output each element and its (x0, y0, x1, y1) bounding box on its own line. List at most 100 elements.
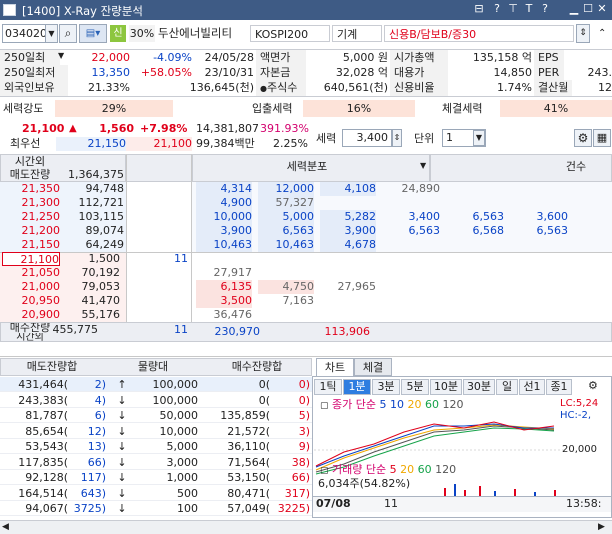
voltable-bid-cnt: 3) (298, 424, 310, 438)
maximize-button[interactable]: ☐ (581, 2, 595, 17)
horizontal-scrollbar[interactable] (0, 520, 612, 534)
help-icon[interactable]: ? (490, 2, 504, 17)
bid-cnt (150, 266, 188, 280)
scroll-left-icon[interactable]: ◀ (2, 521, 14, 533)
price-y-tick: 20,000 (562, 444, 597, 455)
trade-amount: 99,384백만 (196, 137, 255, 150)
empty-header (126, 154, 192, 182)
info-label: 대용가 (390, 65, 448, 80)
strength-label: 입출세력 (252, 102, 293, 115)
minimize-button[interactable]: ▁ (567, 2, 581, 17)
x-label: 13:58: (566, 497, 602, 510)
voltable-bid-cnt: 0) (298, 378, 310, 391)
volume-legend: ▢ 거래량 단순 5 20 60 120 (320, 463, 520, 477)
force-cell (384, 308, 440, 322)
volume: 14,381,807 (196, 122, 258, 135)
voltable-ask: 243,383( (18, 393, 68, 407)
stepper-button[interactable]: ⇕ (576, 24, 590, 43)
distribution-dropdown-icon[interactable]: ▼ (420, 161, 430, 173)
square-icon: ▢ (320, 466, 329, 476)
info-value: 1.74% (497, 81, 532, 94)
tab-trades[interactable]: 체결 (354, 358, 392, 376)
price-legend-label: 종가 단순 (332, 398, 376, 411)
ma-legend: 20 (400, 463, 415, 476)
voltable-range: 100 (177, 502, 198, 515)
strength-bar: 29% (55, 100, 173, 117)
timeframe-settings-icon[interactable]: ⚙ (588, 379, 602, 394)
index-label: KOSPI200 (250, 25, 330, 42)
timeframe-button[interactable]: 1분 (343, 379, 371, 395)
force-cell (448, 266, 504, 280)
bid-price: 21,100 (2, 252, 60, 266)
link-icon[interactable]: ⊟ (472, 2, 486, 17)
timeframe-button[interactable]: 3분 (372, 379, 400, 395)
divider (126, 154, 127, 342)
unit-dropdown-icon[interactable]: ▼ (473, 130, 485, 146)
force-cell (512, 308, 568, 322)
bid-cnt: 11 (174, 252, 188, 265)
force-stepper[interactable]: ⇕ (392, 129, 402, 147)
voltable-ask-cnt: 66) (87, 455, 106, 469)
text-icon[interactable]: T (522, 2, 536, 17)
grid-icon[interactable]: ▦ (593, 129, 611, 147)
timeframe-button[interactable]: 종1 (546, 379, 572, 395)
ask-qty: 103,115 (78, 210, 125, 223)
info-value: 5,000 원 (342, 51, 388, 64)
ask-qty: 64,249 (85, 238, 125, 251)
timeframe-button[interactable]: 선1 (519, 379, 545, 395)
code-dropdown[interactable]: ▼ (45, 24, 58, 43)
voltable-range: 500 (177, 486, 198, 500)
x-label: 11 (384, 497, 398, 510)
scroll-right-icon[interactable]: ⌃ (598, 25, 610, 42)
timeframe-button[interactable]: 1틱 (314, 379, 342, 395)
voltable-ask: 94,067( (25, 502, 68, 515)
pin-icon[interactable]: ⊤ (506, 2, 520, 17)
force-cell: 27,917 (213, 266, 253, 279)
ma-legend: 120 (435, 463, 457, 476)
strength-label: 세력강도 (3, 102, 44, 115)
volume-legend-label: 거래량 단순 (332, 463, 387, 476)
force-cell (512, 266, 568, 280)
info-label: PER (534, 65, 564, 80)
gear-icon[interactable]: ⚙ (574, 129, 592, 147)
timeframe-button[interactable]: 5분 (401, 379, 429, 395)
voltable-header-ask: 매도잔량합 (26, 360, 78, 373)
force-cell: 6,135 (196, 280, 252, 294)
force-label: 세력 (316, 132, 337, 145)
best-label: 최우선 (10, 137, 41, 150)
timeframe-button[interactable]: 10분 (430, 379, 462, 395)
question-icon[interactable]: ? (538, 2, 552, 17)
chart-hi-label: LC:5,24 (560, 398, 599, 409)
ask-price: 21,350 (21, 182, 61, 195)
tab-chart[interactable]: 차트 (316, 358, 354, 376)
timeframe-button[interactable]: 일 (496, 379, 518, 395)
ask-price: 21,300 (21, 196, 61, 209)
period-dropdown-icon[interactable]: ▼ (58, 51, 68, 63)
close-button[interactable]: ✕ (595, 2, 609, 17)
info-value: +58.05% (140, 66, 192, 79)
search-button[interactable]: ⌕ (59, 24, 77, 43)
force-cell: 3,500 (196, 294, 252, 308)
force-cell (512, 252, 568, 266)
voltable-ask: 53,543( (25, 440, 68, 453)
strength-label: 체결세력 (442, 102, 483, 115)
voltable-ask: 92,128( (25, 471, 68, 484)
sum-ask-force: 230,970 (214, 325, 261, 338)
bid-qty: 79,053 (81, 280, 121, 293)
timeframe-button[interactable]: 30분 (463, 379, 495, 395)
stock-code-input[interactable]: 034020 (2, 24, 46, 43)
force-cell (448, 308, 504, 322)
scroll-right-icon[interactable]: ▶ (598, 521, 610, 533)
strength-bar: 16% (303, 100, 415, 117)
voltable-range: 100,000 (152, 393, 199, 407)
stock-list-button[interactable]: ▤▾ (79, 24, 107, 43)
force-cell: 4,314 (196, 182, 252, 196)
info-label: 신용비율 (390, 80, 448, 96)
force-input[interactable]: 3,400 (342, 129, 392, 147)
count-label: 건수 (565, 160, 587, 173)
force-cell: 57,327 (258, 196, 314, 210)
force-cell: 10,000 (196, 210, 252, 224)
bid-price: 20,900 (21, 308, 61, 321)
force-cell: 12,000 (258, 182, 314, 196)
force-cell (320, 266, 376, 280)
